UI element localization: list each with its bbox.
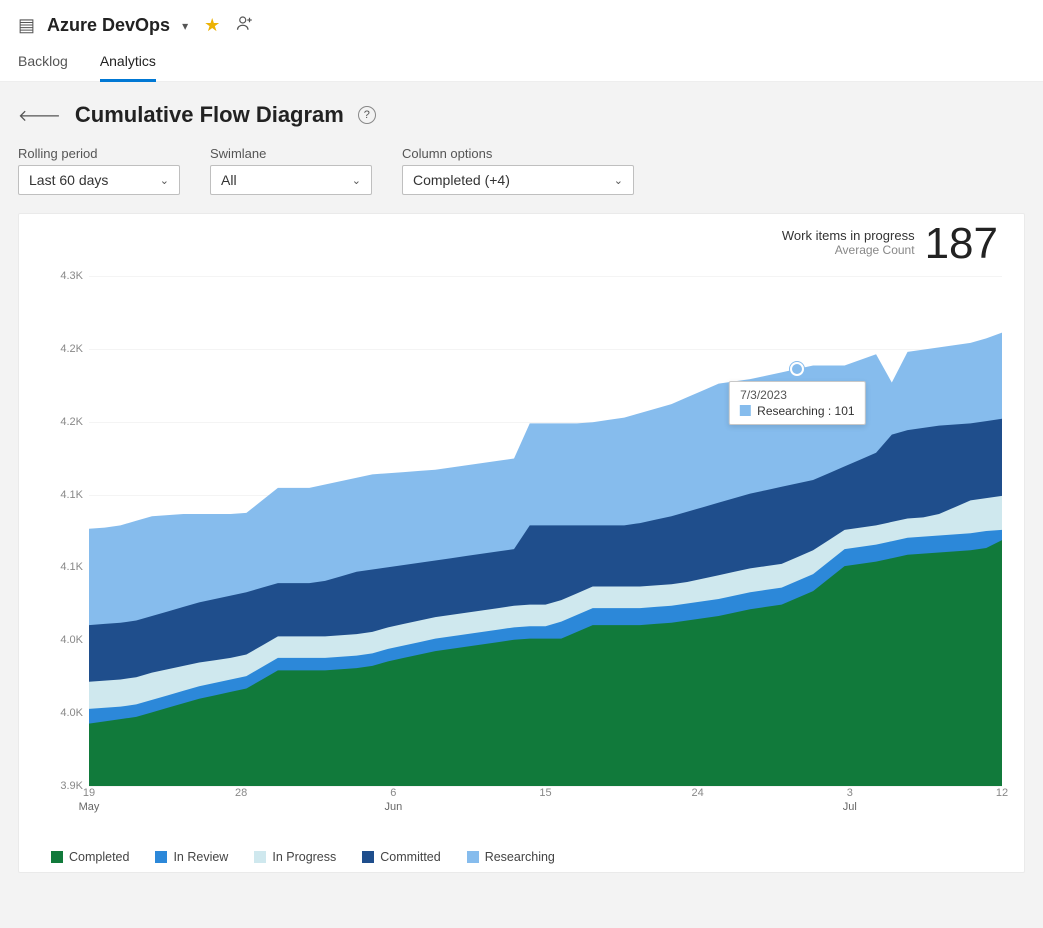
y-tick: 4.3K	[60, 270, 83, 282]
x-tick: 28	[235, 786, 247, 800]
chevron-down-icon: ⌄	[160, 174, 169, 187]
chart-tooltip: 7/3/2023Researching : 101	[729, 381, 865, 425]
back-arrow-icon[interactable]: 🡐	[18, 105, 61, 126]
column-options-label: Column options	[402, 146, 634, 161]
x-tick: 12	[996, 786, 1008, 800]
star-icon[interactable]: ★	[200, 15, 224, 36]
y-axis: 3.9K4.0K4.0K4.1K4.1K4.2K4.2K4.3K	[41, 276, 89, 786]
x-tick: 19May	[79, 786, 100, 815]
rolling-period-select[interactable]: Last 60 days ⌄	[18, 165, 180, 195]
x-axis: 19May286Jun15243Jul12	[89, 786, 1002, 826]
y-tick: 4.1K	[60, 489, 83, 501]
chart-hover-marker	[790, 362, 804, 376]
x-tick: 15	[539, 786, 551, 800]
legend-in-review[interactable]: In Review	[155, 850, 228, 864]
project-icon: ▤	[18, 15, 35, 36]
chevron-down-icon[interactable]: ▾	[182, 19, 188, 33]
y-tick: 4.2K	[60, 416, 83, 428]
column-options-select[interactable]: Completed (+4) ⌄	[402, 165, 634, 195]
kpi-block: Work items in progress Average Count 187	[782, 228, 998, 266]
y-tick: 4.1K	[60, 561, 83, 573]
legend-researching[interactable]: Researching	[467, 850, 555, 864]
legend-completed[interactable]: Completed	[51, 850, 129, 864]
x-tick: 3Jul	[843, 786, 857, 815]
y-tick: 4.2K	[60, 343, 83, 355]
page-title: Cumulative Flow Diagram	[75, 102, 344, 128]
breadcrumb-title[interactable]: Azure DevOps	[47, 15, 170, 36]
chart-plot-area[interactable]: 7/3/2023Researching : 101	[89, 276, 1002, 786]
column-options-value: Completed (+4)	[413, 172, 510, 188]
chart-card: Work items in progress Average Count 187…	[18, 213, 1025, 873]
kpi-label-2: Average Count	[782, 243, 915, 257]
tab-analytics[interactable]: Analytics	[100, 47, 156, 82]
rolling-period-value: Last 60 days	[29, 172, 108, 188]
y-tick: 4.0K	[60, 707, 83, 719]
tab-backlog[interactable]: Backlog	[18, 47, 68, 81]
person-add-icon[interactable]	[236, 14, 254, 37]
x-tick: 24	[692, 786, 704, 800]
swimlane-label: Swimlane	[210, 146, 372, 161]
kpi-label-1: Work items in progress	[782, 228, 915, 243]
x-tick: 6Jun	[384, 786, 402, 815]
legend-in-progress[interactable]: In Progress	[254, 850, 336, 864]
help-icon[interactable]: ?	[358, 106, 376, 124]
chevron-down-icon: ⌄	[352, 174, 361, 187]
chevron-down-icon: ⌄	[614, 174, 623, 187]
y-tick: 4.0K	[60, 634, 83, 646]
legend-committed[interactable]: Committed	[362, 850, 440, 864]
swimlane-select[interactable]: All ⌄	[210, 165, 372, 195]
chart-legend: Completed In Review In Progress Committe…	[41, 850, 1002, 864]
rolling-period-label: Rolling period	[18, 146, 180, 161]
kpi-value: 187	[925, 222, 998, 266]
swimlane-value: All	[221, 172, 237, 188]
